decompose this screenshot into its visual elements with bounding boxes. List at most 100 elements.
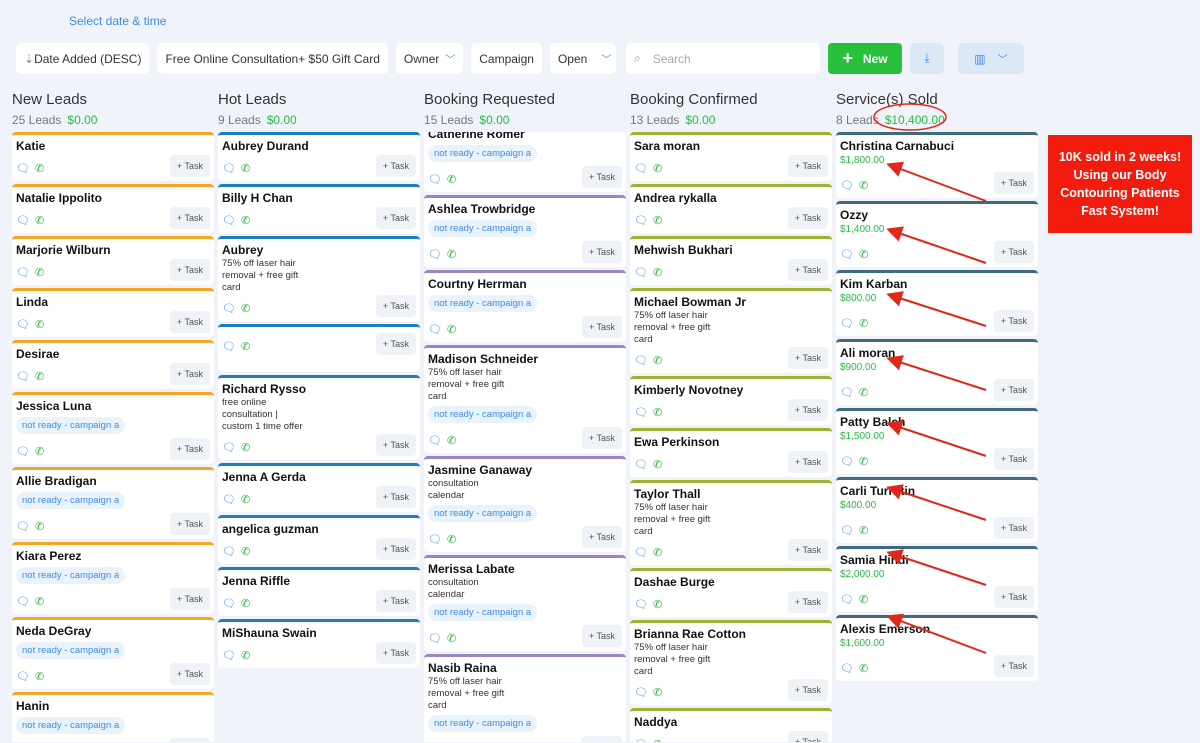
phone-icon[interactable]: ✆ <box>447 533 456 546</box>
download-button[interactable]: ⤓ <box>909 43 944 74</box>
pipeline-dropdown[interactable]: Free Online Consultation+ $50 Gift Card <box>157 43 388 74</box>
status-filter[interactable]: Open ﹀ <box>549 43 616 74</box>
lead-card[interactable]: Kimberly Novotney 🗨︎ ✆ + Task <box>630 376 832 425</box>
card-list[interactable]: Katie 🗨︎ ✆ + Task Natalie Ippolito 🗨︎ ✆ + Task M… <box>12 132 214 742</box>
phone-icon[interactable]: ✆ <box>859 179 868 192</box>
lead-name[interactable]: Dashae Burge <box>634 575 828 589</box>
phone-icon[interactable]: ✆ <box>653 354 662 367</box>
lead-card[interactable]: Alexis Emerson $1,600.00 🗨︎ ✆ + Task <box>836 615 1038 681</box>
lead-name[interactable]: Ewa Perkinson <box>634 435 828 449</box>
add-task-button[interactable]: + Task <box>581 241 622 263</box>
lead-name[interactable]: Aubrey Durand <box>222 139 416 153</box>
chat-icon[interactable]: 🗨︎ <box>840 248 854 261</box>
lead-name[interactable]: Madison Schneider <box>428 352 622 366</box>
add-task-button[interactable]: + Task <box>993 586 1034 608</box>
chat-icon[interactable]: 🗨︎ <box>634 214 648 227</box>
phone-icon[interactable]: ✆ <box>653 458 662 471</box>
phone-icon[interactable]: ✆ <box>35 318 44 331</box>
chat-icon[interactable]: 🗨︎ <box>16 162 30 175</box>
phone-icon[interactable]: ✆ <box>241 162 250 175</box>
lead-name[interactable]: Andrea rykalla <box>634 191 828 205</box>
lead-name[interactable]: Desirae <box>16 347 210 361</box>
lead-card[interactable]: Jasmine Ganaway consultation calendar not r… <box>424 456 626 552</box>
lead-card[interactable]: Michael Bowman Jr 75% off laser hair remov… <box>630 288 832 373</box>
lead-name[interactable]: Courtny Herrman <box>428 277 622 291</box>
select-date-time-link[interactable]: Select date & time <box>69 14 166 28</box>
phone-icon[interactable]: ✆ <box>241 545 250 558</box>
lead-card[interactable]: Ewa Perkinson 🗨︎ ✆ + Task <box>630 428 832 477</box>
phone-icon[interactable]: ✆ <box>653 406 662 419</box>
add-task-button[interactable]: + Task <box>993 379 1034 401</box>
chat-icon[interactable]: 🗨︎ <box>428 632 442 645</box>
lead-name[interactable]: Mehwish Bukhari <box>634 243 828 257</box>
add-task-button[interactable]: + Task <box>169 513 210 535</box>
chat-icon[interactable]: 🗨︎ <box>634 406 648 419</box>
lead-card[interactable]: Linda 🗨︎ ✆ + Task <box>12 288 214 337</box>
lead-card[interactable]: Catherine Romer not ready - campaign a 🗨︎ ✆… <box>424 132 626 192</box>
add-task-button[interactable]: + Task <box>169 259 210 281</box>
chat-icon[interactable]: 🗨︎ <box>16 318 30 331</box>
phone-icon[interactable]: ✆ <box>859 455 868 468</box>
lead-name[interactable]: Sara moran <box>634 139 828 153</box>
lead-name[interactable]: Hanin <box>16 699 210 713</box>
lead-card[interactable]: Mehwish Bukhari 🗨︎ ✆ + Task <box>630 236 832 285</box>
lead-card[interactable]: Taylor Thall 75% off laser hair removal + … <box>630 480 832 565</box>
add-task-button[interactable]: + Task <box>993 655 1034 677</box>
phone-icon[interactable]: ✆ <box>35 445 44 458</box>
lead-card[interactable]: Jenna A Gerda 🗨︎ ✆ + Task <box>218 463 420 512</box>
add-task-button[interactable]: + Task <box>581 166 622 188</box>
phone-icon[interactable]: ✆ <box>241 340 250 353</box>
add-task-button[interactable]: + Task <box>993 448 1034 470</box>
lead-card[interactable]: angelica guzman 🗨︎ ✆ + Task <box>218 515 420 564</box>
phone-icon[interactable]: ✆ <box>859 662 868 675</box>
phone-icon[interactable]: ✆ <box>35 214 44 227</box>
add-task-button[interactable]: + Task <box>169 207 210 229</box>
lead-card[interactable]: Ali moran $900.00 🗨︎ ✆ + Task <box>836 339 1038 405</box>
phone-icon[interactable]: ✆ <box>859 317 868 330</box>
lead-name[interactable]: angelica guzman <box>222 522 416 536</box>
phone-icon[interactable]: ✆ <box>35 370 44 383</box>
add-task-button[interactable]: + Task <box>375 642 416 664</box>
chat-icon[interactable]: 🗨︎ <box>634 266 648 279</box>
add-task-button[interactable]: + Task <box>169 738 210 742</box>
add-task-button[interactable]: + Task <box>993 241 1034 263</box>
chat-icon[interactable]: 🗨︎ <box>840 179 854 192</box>
lead-card[interactable]: 🗨︎ ✆ + Task <box>218 324 420 372</box>
lead-name[interactable]: Jessica Luna <box>16 399 210 413</box>
tag-badge[interactable]: not ready - campaign a <box>428 604 538 621</box>
add-task-button[interactable]: + Task <box>169 438 210 460</box>
lead-name[interactable]: MiShauna Swain <box>222 626 416 640</box>
new-button[interactable]: + New <box>827 43 902 74</box>
chat-icon[interactable]: 🗨︎ <box>16 595 30 608</box>
phone-icon[interactable]: ✆ <box>653 266 662 279</box>
lead-name[interactable]: Kiara Perez <box>16 549 210 563</box>
lead-card[interactable]: Jenna Riffle 🗨︎ ✆ + Task <box>218 567 420 616</box>
phone-icon[interactable]: ✆ <box>241 493 250 506</box>
chat-icon[interactable]: 🗨︎ <box>222 649 236 662</box>
chat-icon[interactable]: 🗨︎ <box>634 598 648 611</box>
chat-icon[interactable]: 🗨︎ <box>16 445 30 458</box>
view-toggle-button[interactable]: ▥ ﹀ <box>957 43 1024 74</box>
lead-name[interactable]: Natalie Ippolito <box>16 191 210 205</box>
chat-icon[interactable]: 🗨︎ <box>222 493 236 506</box>
lead-name[interactable]: Nasib Raina <box>428 661 622 675</box>
lead-card[interactable]: Naddya 🗨︎ ✆ + Task <box>630 708 832 742</box>
tag-badge[interactable]: not ready - campaign a <box>428 220 538 237</box>
chat-icon[interactable]: 🗨︎ <box>634 354 648 367</box>
lead-card[interactable]: Kiara Perez not ready - campaign a 🗨︎ ✆ + Ta… <box>12 542 214 614</box>
add-task-button[interactable]: + Task <box>375 434 416 456</box>
phone-icon[interactable]: ✆ <box>653 738 662 742</box>
add-task-button[interactable]: + Task <box>787 591 828 613</box>
lead-card[interactable]: Nasib Raina 75% off laser hair removal + f… <box>424 654 626 742</box>
tag-badge[interactable]: not ready - campaign a <box>16 417 126 434</box>
add-task-button[interactable]: + Task <box>787 259 828 281</box>
chat-icon[interactable]: 🗨︎ <box>840 386 854 399</box>
card-list[interactable]: Sara moran 🗨︎ ✆ + Task Andrea rykalla 🗨︎ ✆ + Ta… <box>630 132 832 742</box>
add-task-button[interactable]: + Task <box>169 311 210 333</box>
chat-icon[interactable]: 🗨︎ <box>16 266 30 279</box>
lead-name[interactable]: Brianna Rae Cotton <box>634 627 828 641</box>
lead-card[interactable]: Marjorie Wilburn 🗨︎ ✆ + Task <box>12 236 214 285</box>
add-task-button[interactable]: + Task <box>375 486 416 508</box>
add-task-button[interactable]: + Task <box>581 736 622 742</box>
add-task-button[interactable]: + Task <box>581 427 622 449</box>
